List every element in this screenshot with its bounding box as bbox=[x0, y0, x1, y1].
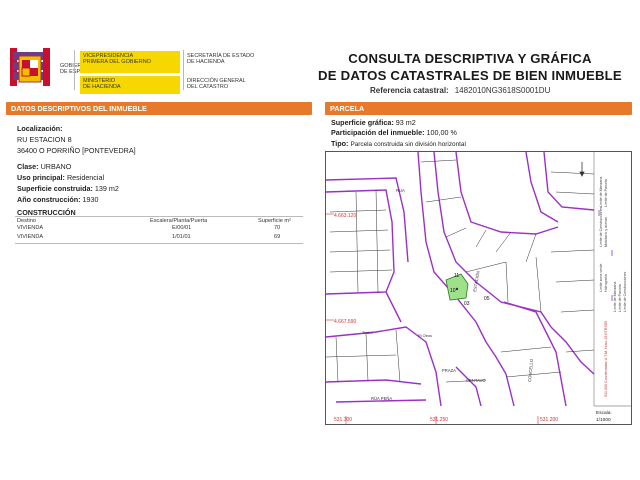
ministerio-text: MINISTERIO DE HACIENDA bbox=[80, 76, 180, 94]
superficie-field: Superficie construida: 139 m2 bbox=[17, 184, 119, 193]
uso-field: Uso principal: Residencial bbox=[17, 173, 105, 182]
street-label: RUA bbox=[396, 188, 405, 193]
block-label: Ri Otros bbox=[418, 334, 432, 338]
right-section-bar: PARCELA bbox=[325, 102, 632, 115]
header-divider-1 bbox=[74, 50, 75, 90]
svg-text:Limite de Manzana: Limite de Manzana bbox=[613, 282, 617, 312]
street-label: CENTAVO bbox=[466, 378, 486, 383]
clase-field: Clase: URBANO bbox=[17, 162, 72, 171]
parcel-number: 03 bbox=[464, 301, 470, 307]
vicepresidencia-text: VICEPRESIDENCIA PRIMERA DEL GOBIERNO bbox=[80, 51, 180, 73]
header-divider-2 bbox=[183, 50, 184, 90]
left-section-bar: DATOS DESCRIPTIVOS DEL INMUEBLE bbox=[6, 102, 312, 115]
x-coord-1: 531.300 bbox=[334, 417, 352, 423]
referencia-catastral: Referencia catastral: 1482010NG3618S0001D… bbox=[370, 86, 551, 95]
street-label: PRAZA bbox=[442, 368, 456, 373]
svg-text:Limite zona verde: Limite zona verde bbox=[599, 264, 603, 292]
spain-crest-logo bbox=[8, 46, 54, 90]
col-escalera: Escalera/Planta/Puerta bbox=[150, 218, 208, 224]
svg-text:Limite de Parcela: Limite de Parcela bbox=[618, 284, 622, 312]
x-coord-3: 531.200 bbox=[540, 417, 558, 423]
x-coord-2: 531.250 bbox=[430, 417, 448, 423]
parcel-number: 10 bbox=[450, 288, 456, 294]
table-bottom-rule bbox=[15, 243, 303, 244]
coordinate-note: 531.000 Coordenadas U.T.M. Huso 29 ETRS8… bbox=[604, 321, 608, 397]
scale-value: 1/1000 bbox=[596, 417, 611, 423]
scale-label: Escala: bbox=[596, 410, 612, 416]
svg-text:Limite de Construcciones: Limite de Construcciones bbox=[623, 271, 627, 312]
svg-text:Limite de Manzana: Limite de Manzana bbox=[599, 177, 603, 207]
map-legend: Limite de Manzana Limite de Parcela Limi… bbox=[599, 177, 627, 397]
address-line-1: RU ESTACION 8 bbox=[17, 135, 72, 144]
svg-text:Limite de Construcciones: Limite de Construcciones bbox=[599, 206, 603, 247]
cadastral-map[interactable]: 4.663.120 4.667.590 531.300 531.250 531.… bbox=[325, 151, 632, 425]
secretaria-text: SECRETARÍA DE ESTADO DE HACIENDA bbox=[187, 53, 255, 66]
map-canvas: 4.663.120 4.667.590 531.300 531.250 531.… bbox=[326, 152, 631, 424]
col-destino: Destino bbox=[17, 218, 36, 224]
table-top-rule bbox=[15, 216, 303, 217]
page-title: CONSULTA DESCRIPTIVA Y GRÁFICA DE DATOS … bbox=[318, 51, 622, 83]
superficie-grafica-field: Superficie gráfica: 93 m2 bbox=[331, 118, 416, 127]
svg-text:Limite de Parcela: Limite de Parcela bbox=[604, 179, 608, 207]
col-superficie: Superficie m² bbox=[258, 218, 291, 224]
street-label: RÚA PEÑA bbox=[371, 396, 392, 401]
localizacion-label: Localización: bbox=[17, 124, 63, 133]
svg-text:Hidrografía: Hidrografía bbox=[604, 274, 608, 292]
parcel-number: 11 bbox=[454, 273, 459, 279]
block-label: Teatro bbox=[362, 331, 373, 335]
svg-text:Mobiliario y aceras: Mobiliario y aceras bbox=[604, 217, 608, 247]
anio-field: Año construcción: 1930 bbox=[17, 195, 99, 204]
tipo-field: Tipo: Parcela construida sin división ho… bbox=[331, 139, 466, 148]
y-coord-2: 4.667.590 bbox=[334, 319, 356, 325]
address-line-2: 36400 O PORRIÑO [PONTEVEDRA] bbox=[17, 146, 136, 155]
parcel-number: 05 bbox=[484, 296, 490, 302]
participacion-field: Participación del inmueble: 100,00 % bbox=[331, 128, 457, 137]
y-coord-1: 4.663.120 bbox=[334, 213, 356, 219]
direccion-catastro-text: DIRECCIÓN GENERAL DEL CATASTRO bbox=[187, 78, 246, 91]
